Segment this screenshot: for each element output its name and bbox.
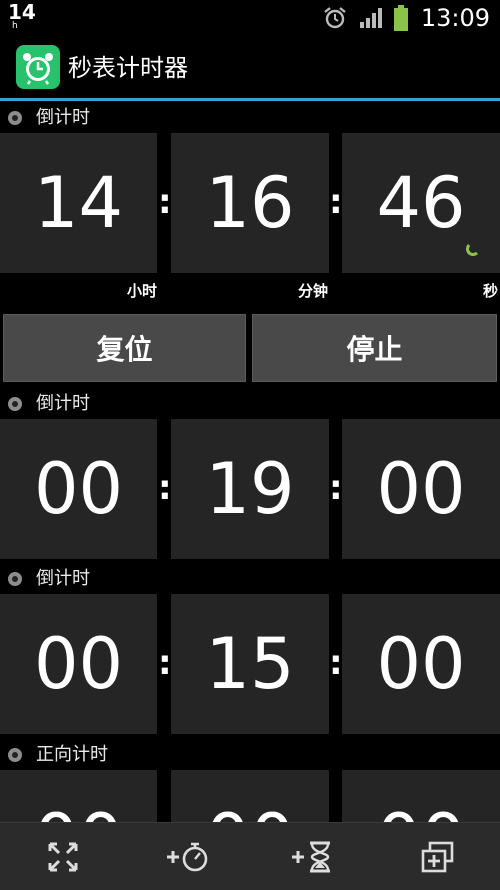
timer-2-separator-2: : bbox=[329, 468, 343, 508]
timer-3-hours-tile[interactable]: 00 bbox=[0, 594, 157, 734]
app-title: 秒表计时器 bbox=[68, 54, 188, 82]
timer-1-seconds-unit: 秒 bbox=[483, 282, 499, 300]
timer-4-seconds-tile[interactable]: 00 bbox=[342, 770, 500, 822]
timer-4-seconds: 00 bbox=[342, 770, 500, 822]
timer-3-seconds: 00 bbox=[376, 623, 466, 705]
add-stopwatch-icon bbox=[166, 842, 207, 871]
bottom-action-bar bbox=[0, 822, 500, 890]
fullscreen-icon bbox=[48, 842, 77, 871]
timer-1-hours-tile[interactable]: 14 bbox=[0, 133, 157, 273]
timer-4-hours: 00 bbox=[0, 770, 157, 822]
timer-1-hours: 14 bbox=[33, 162, 124, 244]
add-timer-button[interactable] bbox=[250, 823, 375, 890]
timer-2-hours-tile[interactable]: 00 bbox=[0, 419, 157, 559]
timer-3-status-dot bbox=[8, 572, 22, 586]
alarm-icon bbox=[324, 7, 346, 29]
timer-2-separator-1: : bbox=[158, 468, 172, 508]
timer-1-minutes-unit: 分钟 bbox=[298, 282, 329, 300]
timer-1-hours-unit: 小时 bbox=[127, 282, 158, 300]
stop-button[interactable]: 停止 bbox=[252, 314, 497, 382]
timer-1-minutes-tile[interactable]: 16 bbox=[171, 133, 329, 273]
add-window-icon bbox=[421, 841, 453, 872]
timer-1-minutes: 16 bbox=[205, 162, 295, 244]
timer-3-hours: 00 bbox=[33, 623, 124, 705]
timer-4-hours-tile[interactable]: 00 bbox=[0, 770, 157, 822]
timer-3-header[interactable]: 倒计时 bbox=[0, 564, 500, 594]
timer-4-minutes-tile[interactable]: 00 bbox=[171, 770, 329, 822]
status-bar: 14 h 13:09 bbox=[0, 0, 500, 36]
reset-button[interactable]: 复位 bbox=[3, 314, 246, 382]
timer-2-seconds: 00 bbox=[376, 448, 466, 530]
timer-4-header[interactable]: 正向计时 bbox=[0, 740, 500, 770]
add-timer-icon bbox=[291, 841, 330, 872]
timer-1-label: 倒计时 bbox=[36, 107, 90, 128]
app-bar: 秒表计时器 bbox=[0, 36, 500, 98]
timer-3-minutes-tile[interactable]: 15 bbox=[171, 594, 329, 734]
timer-2-minutes: 19 bbox=[205, 448, 295, 530]
timer-2-header[interactable]: 倒计时 bbox=[0, 389, 500, 419]
timer-2-hours: 00 bbox=[33, 448, 124, 530]
timer-1-header[interactable]: 倒计时 bbox=[0, 103, 500, 133]
fullscreen-button[interactable] bbox=[0, 823, 125, 890]
alarm-clock-app-icon[interactable] bbox=[16, 45, 60, 89]
signal-icon bbox=[360, 8, 382, 28]
clock: 13:09 bbox=[420, 4, 490, 32]
timer-2-minutes-tile[interactable]: 19 bbox=[171, 419, 329, 559]
timer-1-status-dot bbox=[8, 111, 22, 125]
timer-3-separator-2: : bbox=[329, 643, 343, 683]
running-spinner-icon bbox=[466, 242, 480, 256]
timer-3-label: 倒计时 bbox=[36, 568, 90, 589]
timer-2-seconds-tile[interactable]: 00 bbox=[342, 419, 500, 559]
timer-2-label: 倒计时 bbox=[36, 393, 90, 414]
add-stopwatch-button[interactable] bbox=[125, 823, 250, 890]
timer-3-minutes: 15 bbox=[205, 623, 295, 705]
app-bar-divider bbox=[0, 98, 500, 101]
timer-4-minutes: 00 bbox=[171, 770, 329, 822]
timer-3-seconds-tile[interactable]: 00 bbox=[342, 594, 500, 734]
timer-4-label: 正向计时 bbox=[36, 744, 108, 765]
timer-2-status-dot bbox=[8, 397, 22, 411]
status-icons bbox=[322, 4, 408, 32]
battery-icon bbox=[394, 5, 408, 31]
timer-4-status-dot bbox=[8, 748, 22, 762]
notification-indicator: 14 h bbox=[8, 2, 36, 31]
timer-1-separator-1: : bbox=[158, 182, 172, 222]
timer-1-separator-2: : bbox=[329, 182, 343, 222]
timer-3-separator-1: : bbox=[158, 643, 172, 683]
add-window-button[interactable] bbox=[375, 823, 500, 890]
